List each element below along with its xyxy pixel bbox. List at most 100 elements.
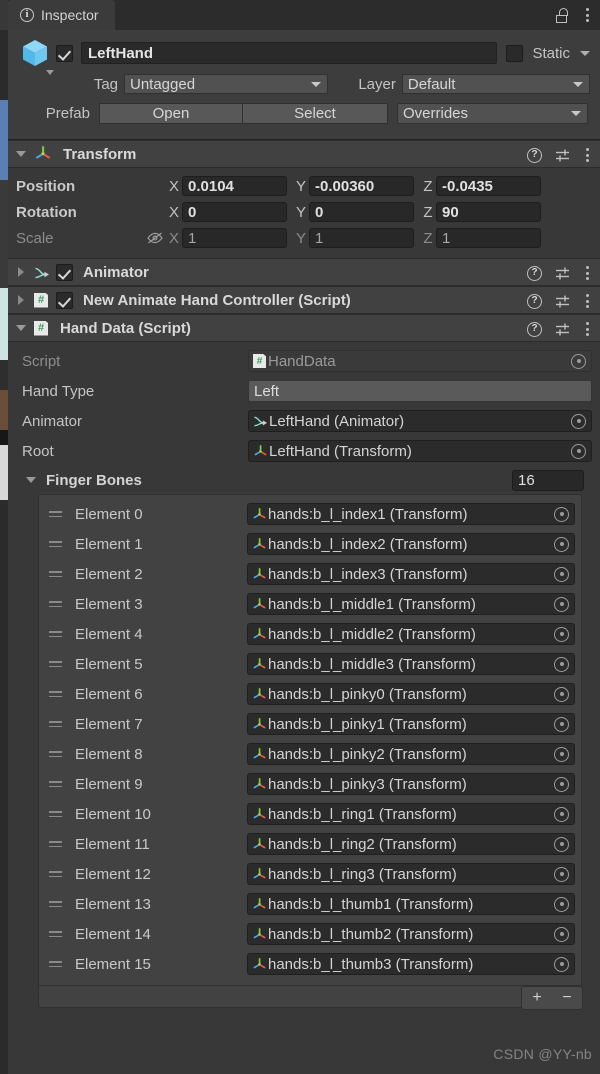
object-picker-icon[interactable] (554, 566, 569, 582)
finger-bone-objectfield[interactable]: hands:b_l_pinky2 (Transform) (247, 743, 575, 765)
animator-foldout-toggle[interactable] (14, 267, 28, 277)
object-picker-icon[interactable] (554, 836, 569, 852)
object-picker-icon[interactable] (554, 866, 569, 882)
finger-bone-objectfield[interactable]: hands:b_l_thumb2 (Transform) (247, 923, 575, 945)
component-context-menu-icon[interactable] (583, 146, 592, 164)
object-picker-icon[interactable] (554, 656, 569, 672)
drag-handle-icon[interactable] (45, 601, 67, 607)
static-dropdown-arrow-icon[interactable] (580, 50, 590, 56)
preset-settings-icon[interactable] (555, 322, 570, 336)
component-context-menu-icon[interactable] (583, 264, 592, 282)
object-picker-icon[interactable] (554, 626, 569, 642)
object-picker-icon[interactable] (571, 353, 586, 369)
prefab-overrides-dropdown[interactable]: Overrides (397, 102, 588, 124)
animator-objectfield[interactable]: LeftHand (Animator) (248, 410, 592, 432)
finger-bone-objectfield[interactable]: hands:b_l_middle2 (Transform) (247, 623, 575, 645)
drag-handle-icon[interactable] (45, 541, 67, 547)
object-picker-icon[interactable] (554, 776, 569, 792)
gameobject-name-input[interactable]: LeftHand (81, 42, 498, 64)
rotation-y-input[interactable]: 0 (309, 202, 414, 222)
finger-bone-objectfield[interactable]: hands:b_l_index1 (Transform) (247, 503, 575, 525)
root-objectfield[interactable]: LeftHand (Transform) (248, 440, 592, 462)
help-icon[interactable]: ? (527, 321, 542, 337)
scale-y-input[interactable]: 1 (309, 228, 414, 248)
position-y-input[interactable]: -0.00360 (309, 176, 414, 196)
drag-handle-icon[interactable] (45, 751, 67, 757)
finger-bones-size-input[interactable]: 16 (512, 469, 584, 491)
object-picker-icon[interactable] (554, 716, 569, 732)
object-picker-icon[interactable] (571, 413, 586, 429)
object-picker-icon[interactable] (554, 686, 569, 702)
help-icon[interactable]: ? (527, 293, 542, 309)
hand-type-dropdown[interactable]: Left (248, 380, 592, 402)
layer-dropdown[interactable]: Default (401, 74, 590, 94)
constrain-proportions-off-icon[interactable] (144, 231, 166, 245)
hand-data-component-header[interactable]: # Hand Data (Script) ? (8, 314, 600, 342)
drag-handle-icon[interactable] (45, 691, 67, 697)
preset-settings-icon[interactable] (555, 294, 570, 308)
list-remove-button[interactable]: − (562, 989, 571, 1007)
finger-bone-objectfield[interactable]: hands:b_l_index3 (Transform) (247, 563, 575, 585)
scale-z-input[interactable]: 1 (436, 228, 541, 248)
static-checkbox[interactable] (506, 44, 524, 62)
object-picker-icon[interactable] (571, 443, 586, 459)
finger-bone-objectfield[interactable]: hands:b_l_middle1 (Transform) (247, 593, 575, 615)
tag-dropdown[interactable]: Untagged (124, 74, 328, 94)
drag-handle-icon[interactable] (45, 871, 67, 877)
finger-bone-objectfield[interactable]: hands:b_l_ring1 (Transform) (247, 803, 575, 825)
finger-bone-objectfield[interactable]: hands:b_l_index2 (Transform) (247, 533, 575, 555)
finger-bone-objectfield[interactable]: hands:b_l_thumb1 (Transform) (247, 893, 575, 915)
finger-bones-foldout-toggle[interactable] (24, 477, 38, 483)
drag-handle-icon[interactable] (45, 841, 67, 847)
prefab-open-button[interactable]: Open (99, 102, 243, 124)
scale-x-input[interactable]: 1 (182, 228, 287, 248)
new-animate-hand-controller-foldout-toggle[interactable] (14, 295, 28, 305)
rotation-z-input[interactable]: 90 (436, 202, 541, 222)
finger-bone-objectfield[interactable]: hands:b_l_pinky3 (Transform) (247, 773, 575, 795)
drag-handle-icon[interactable] (45, 631, 67, 637)
drag-handle-icon[interactable] (45, 511, 67, 517)
drag-handle-icon[interactable] (45, 931, 67, 937)
position-x-input[interactable]: 0.0104 (182, 176, 287, 196)
finger-bone-objectfield[interactable]: hands:b_l_pinky0 (Transform) (247, 683, 575, 705)
object-picker-icon[interactable] (554, 926, 569, 942)
object-picker-icon[interactable] (554, 506, 569, 522)
finger-bone-objectfield[interactable]: hands:b_l_ring3 (Transform) (247, 863, 575, 885)
transform-component-header[interactable]: Transform ? (8, 140, 600, 168)
animator-component-header[interactable]: Animator ? (8, 258, 600, 286)
help-icon[interactable]: ? (527, 265, 542, 281)
transform-foldout-toggle[interactable] (14, 151, 28, 157)
lock-open-icon[interactable] (556, 7, 569, 23)
object-picker-icon[interactable] (554, 956, 569, 972)
drag-handle-icon[interactable] (45, 571, 67, 577)
component-context-menu-icon[interactable] (583, 320, 592, 338)
tab-inspector[interactable]: i Inspector (8, 0, 115, 30)
finger-bone-objectfield[interactable]: hands:b_l_middle3 (Transform) (247, 653, 575, 675)
drag-handle-icon[interactable] (45, 901, 67, 907)
position-z-input[interactable]: -0.0435 (436, 176, 541, 196)
object-picker-icon[interactable] (554, 896, 569, 912)
new-animate-hand-controller-enabled-checkbox[interactable] (56, 291, 73, 309)
component-context-menu-icon[interactable] (583, 292, 592, 310)
rotation-x-input[interactable]: 0 (182, 202, 287, 222)
drag-handle-icon[interactable] (45, 961, 67, 967)
finger-bone-objectfield[interactable]: hands:b_l_thumb3 (Transform) (247, 953, 575, 975)
list-add-button[interactable]: + (532, 989, 541, 1007)
preset-settings-icon[interactable] (555, 266, 570, 280)
drag-handle-icon[interactable] (45, 661, 67, 667)
kebab-menu-icon[interactable] (583, 6, 592, 24)
object-picker-icon[interactable] (554, 746, 569, 762)
finger-bone-objectfield[interactable]: hands:b_l_ring2 (Transform) (247, 833, 575, 855)
object-picker-icon[interactable] (554, 596, 569, 612)
hand-data-foldout-toggle[interactable] (14, 325, 28, 331)
object-picker-icon[interactable] (554, 806, 569, 822)
finger-bone-objectfield[interactable]: hands:b_l_pinky1 (Transform) (247, 713, 575, 735)
object-picker-icon[interactable] (554, 536, 569, 552)
help-icon[interactable]: ? (527, 147, 542, 163)
preset-settings-icon[interactable] (555, 148, 570, 162)
animator-enabled-checkbox[interactable] (56, 263, 73, 281)
prefab-select-button[interactable]: Select (243, 102, 388, 124)
new-animate-hand-controller-component-header[interactable]: # New Animate Hand Controller (Script) ? (8, 286, 600, 314)
drag-handle-icon[interactable] (45, 811, 67, 817)
drag-handle-icon[interactable] (45, 721, 67, 727)
